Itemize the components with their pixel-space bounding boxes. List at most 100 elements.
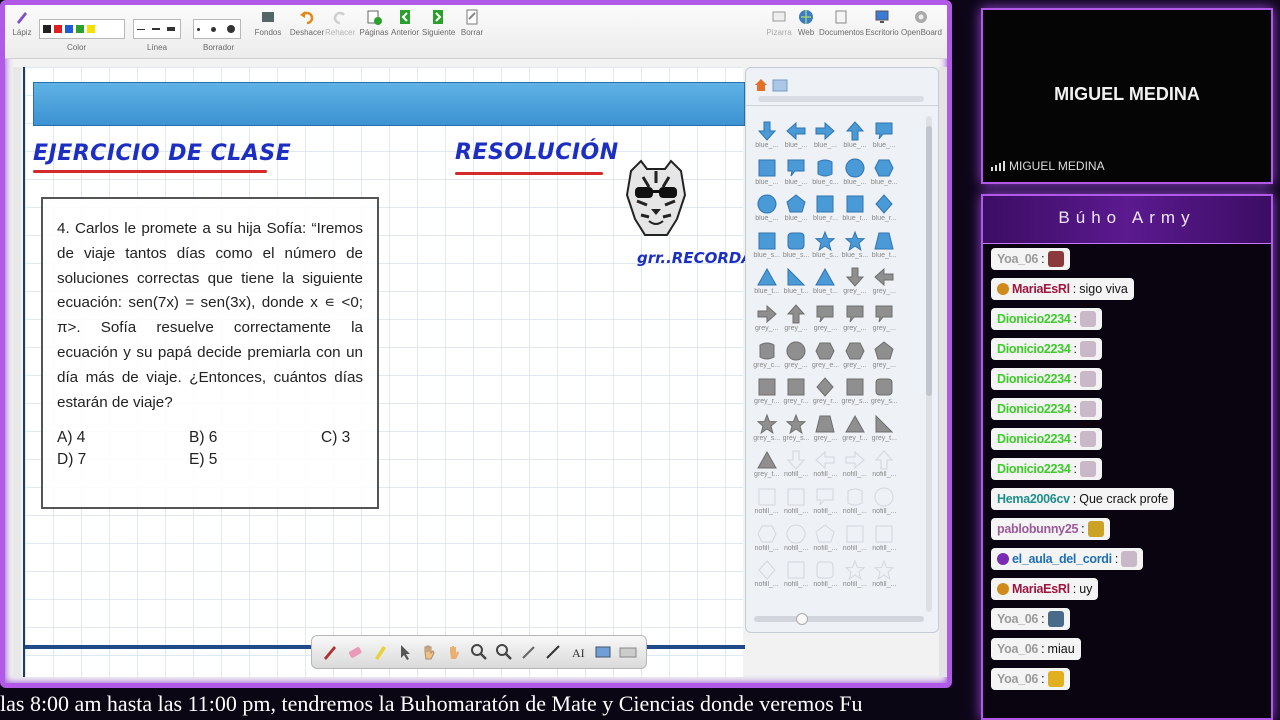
shape-thumbnail[interactable]: grey_c... bbox=[752, 338, 781, 375]
gallery-horizontal-scrollbar[interactable] bbox=[758, 96, 924, 102]
chat-username[interactable]: MariaEsRl bbox=[1012, 582, 1070, 596]
chat-username[interactable]: Yoa_06 bbox=[997, 612, 1038, 626]
shape-thumbnail[interactable]: grey_s... bbox=[781, 411, 810, 448]
board-mode-button[interactable]: Pizarra bbox=[765, 9, 793, 37]
previous-page-button[interactable]: Anterior bbox=[390, 9, 420, 37]
shape-thumbnail[interactable]: nofill_... bbox=[811, 557, 840, 594]
highlighter-icon[interactable] bbox=[371, 643, 389, 661]
shape-thumbnail[interactable]: blue_... bbox=[840, 155, 869, 192]
gallery-vertical-scrollbar[interactable] bbox=[926, 116, 932, 612]
shape-thumbnail[interactable]: nofill_... bbox=[870, 557, 899, 594]
shape-thumbnail[interactable]: grey_... bbox=[781, 338, 810, 375]
hand-icon[interactable] bbox=[420, 643, 438, 661]
shape-thumbnail[interactable]: blue_... bbox=[781, 191, 810, 228]
home-icon[interactable] bbox=[754, 78, 768, 92]
shape-thumbnail[interactable]: blue_t... bbox=[781, 264, 810, 301]
left-scrollbar[interactable] bbox=[13, 67, 21, 677]
thumbnail-size-slider[interactable] bbox=[754, 613, 924, 625]
laser-pointer-icon[interactable] bbox=[520, 643, 538, 661]
shape-thumbnail[interactable]: grey_t... bbox=[840, 411, 869, 448]
shape-thumbnail[interactable]: nofill_... bbox=[811, 447, 840, 484]
virtual-keyboard-icon[interactable] bbox=[619, 643, 637, 661]
board-canvas[interactable]: EJERCICIO DE CLASE RESOLUCIÓN grr..RECOR… bbox=[23, 67, 765, 677]
shape-thumbnail[interactable]: grey_s... bbox=[870, 374, 899, 411]
backgrounds-button[interactable]: Fondos bbox=[253, 9, 283, 37]
shape-thumbnail[interactable]: grey_... bbox=[840, 264, 869, 301]
shape-thumbnail[interactable]: grey_e... bbox=[811, 338, 840, 375]
chat-username[interactable]: Hema2006cv bbox=[997, 492, 1070, 506]
chat-username[interactable]: Yoa_06 bbox=[997, 672, 1038, 686]
line-width-selector[interactable] bbox=[133, 19, 181, 39]
shape-thumbnail[interactable]: blue_... bbox=[811, 118, 840, 155]
shape-thumbnail[interactable]: blue_... bbox=[752, 155, 781, 192]
shape-thumbnail[interactable]: grey_... bbox=[781, 301, 810, 338]
color-swatch-yellow[interactable] bbox=[87, 25, 95, 33]
zoom-in-icon[interactable] bbox=[470, 643, 488, 661]
shape-thumbnail[interactable]: grey_r... bbox=[781, 374, 810, 411]
pen-icon[interactable] bbox=[321, 643, 339, 661]
shape-thumbnail[interactable]: nofill_... bbox=[870, 484, 899, 521]
shape-thumbnail[interactable]: blue_... bbox=[781, 118, 810, 155]
shape-thumbnail[interactable]: nofill_... bbox=[840, 484, 869, 521]
shapes-folder-icon[interactable] bbox=[772, 78, 788, 92]
chat-username[interactable]: Dionicio2234 bbox=[997, 432, 1071, 446]
undo-button[interactable]: Deshacer bbox=[289, 9, 325, 37]
right-scrollbar[interactable] bbox=[939, 67, 947, 677]
shape-thumbnail[interactable]: nofill_... bbox=[811, 521, 840, 558]
shape-thumbnail[interactable]: grey_... bbox=[840, 301, 869, 338]
shape-thumbnail[interactable]: blue_t... bbox=[752, 264, 781, 301]
pages-button[interactable]: Páginas bbox=[359, 9, 389, 37]
shape-thumbnail[interactable]: nofill_... bbox=[781, 557, 810, 594]
shape-thumbnail[interactable]: nofill_... bbox=[781, 484, 810, 521]
shape-thumbnail[interactable]: blue_c... bbox=[811, 155, 840, 192]
shape-thumbnail[interactable]: grey_t... bbox=[870, 411, 899, 448]
shape-thumbnail[interactable]: blue_e... bbox=[870, 155, 899, 192]
shape-thumbnail[interactable]: grey_... bbox=[870, 301, 899, 338]
shape-thumbnail[interactable]: nofill_... bbox=[870, 521, 899, 558]
web-mode-button[interactable]: Web bbox=[795, 9, 817, 37]
clear-page-button[interactable]: Borrar bbox=[459, 9, 485, 37]
thumbnail-size-knob[interactable] bbox=[796, 613, 808, 625]
chat-username[interactable]: el_aula_del_cordi bbox=[1012, 552, 1112, 566]
shape-thumbnail[interactable]: grey_... bbox=[752, 301, 781, 338]
text-tool-icon[interactable]: AI bbox=[569, 643, 587, 661]
shape-thumbnail[interactable]: blue_... bbox=[752, 191, 781, 228]
chat-username[interactable]: Dionicio2234 bbox=[997, 402, 1071, 416]
shape-thumbnail[interactable]: blue_... bbox=[840, 118, 869, 155]
shape-thumbnail[interactable]: blue_r... bbox=[870, 191, 899, 228]
eraser-size-selector[interactable] bbox=[193, 19, 241, 39]
next-page-button[interactable]: Siguiente bbox=[422, 9, 455, 37]
line-tool-icon[interactable] bbox=[544, 643, 562, 661]
chat-username[interactable]: pablobunny25 bbox=[997, 522, 1078, 536]
color-swatches[interactable] bbox=[39, 19, 125, 39]
shape-thumbnail[interactable]: nofill_... bbox=[752, 521, 781, 558]
shape-thumbnail[interactable]: blue_r... bbox=[811, 191, 840, 228]
capture-icon[interactable] bbox=[594, 643, 612, 661]
shape-thumbnail[interactable]: blue_s... bbox=[811, 228, 840, 265]
chat-username[interactable]: Dionicio2234 bbox=[997, 372, 1071, 386]
shape-thumbnail[interactable]: blue_t... bbox=[811, 264, 840, 301]
shape-thumbnail[interactable]: grey_s... bbox=[840, 374, 869, 411]
pen-tool-button[interactable]: Lápiz bbox=[9, 9, 35, 37]
shape-thumbnail[interactable]: nofill_... bbox=[811, 484, 840, 521]
shape-thumbnail[interactable]: nofill_... bbox=[840, 521, 869, 558]
documents-mode-button[interactable]: Documentos bbox=[819, 9, 864, 37]
shape-thumbnail[interactable]: grey_... bbox=[870, 338, 899, 375]
shape-thumbnail[interactable]: blue_s... bbox=[781, 228, 810, 265]
shape-thumbnail[interactable]: blue_s... bbox=[840, 228, 869, 265]
color-swatch-green[interactable] bbox=[76, 25, 84, 33]
shape-thumbnail[interactable]: grey_... bbox=[840, 338, 869, 375]
eraser-icon[interactable] bbox=[346, 643, 364, 661]
shape-thumbnail[interactable]: blue_... bbox=[870, 118, 899, 155]
chat-username[interactable]: MariaEsRl bbox=[1012, 282, 1070, 296]
color-swatch-black[interactable] bbox=[43, 25, 51, 33]
shape-thumbnail[interactable]: grey_s... bbox=[752, 411, 781, 448]
shape-thumbnail[interactable]: nofill_... bbox=[870, 447, 899, 484]
chat-username[interactable]: Dionicio2234 bbox=[997, 462, 1071, 476]
shape-thumbnail[interactable]: nofill_... bbox=[781, 521, 810, 558]
redo-button[interactable]: Rehacer bbox=[325, 9, 355, 37]
pointer-icon[interactable] bbox=[396, 643, 414, 661]
gallery-scroll-thumb[interactable] bbox=[926, 126, 932, 396]
shape-thumbnail[interactable]: blue_r... bbox=[840, 191, 869, 228]
shape-thumbnail[interactable]: grey_... bbox=[811, 411, 840, 448]
